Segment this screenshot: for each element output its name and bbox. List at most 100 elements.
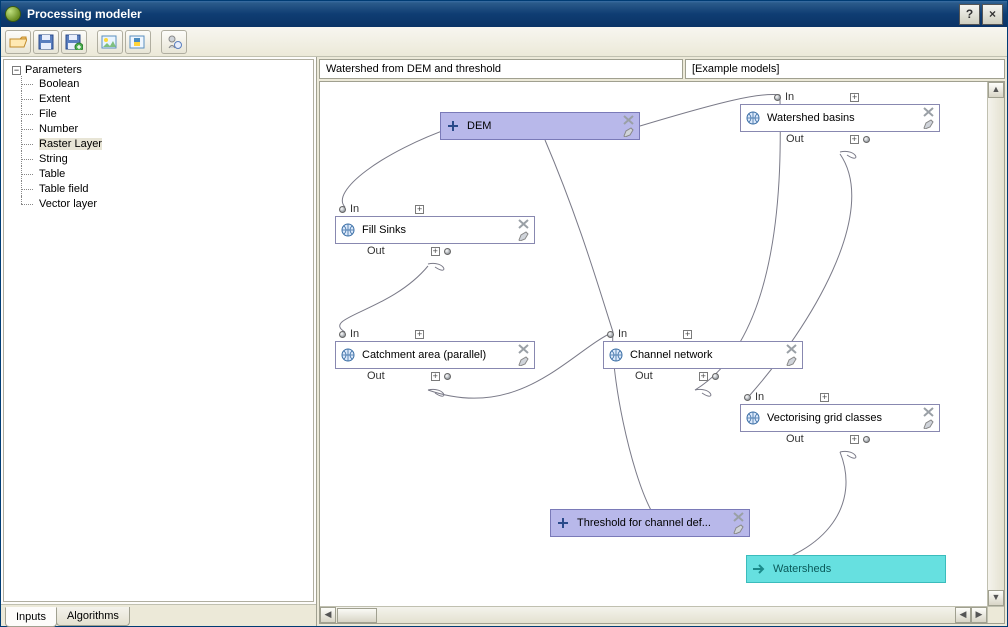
export-image-button[interactable]	[97, 30, 123, 54]
scroll-down-icon[interactable]: ▼	[988, 590, 1004, 606]
export-python-button[interactable]	[125, 30, 151, 54]
tree-item[interactable]: Table field	[21, 181, 102, 196]
port-in-dot[interactable]	[744, 394, 751, 401]
expand-in-icon[interactable]: +	[683, 330, 692, 339]
delete-icon[interactable]	[923, 107, 935, 118]
node-dem[interactable]: DEM	[440, 112, 640, 140]
node-fill-sinks[interactable]: Fill Sinks	[335, 216, 535, 244]
port-out-label: Out	[786, 433, 804, 445]
node-watershed-basins[interactable]: Watershed basins	[740, 104, 940, 132]
expand-out-icon[interactable]: +	[699, 372, 708, 381]
scroll-right-icon[interactable]: ◀	[955, 607, 971, 623]
model-name-input[interactable]	[319, 59, 683, 79]
horizontal-scrollbar[interactable]: ◀ ◀ ▶	[320, 606, 987, 623]
node-label: Threshold for channel def...	[577, 517, 727, 529]
expand-in-icon[interactable]: +	[415, 205, 424, 214]
scroll-left-icon[interactable]: ◀	[320, 607, 336, 623]
tree-root-label: Parameters	[25, 64, 82, 76]
tree-item[interactable]: Raster Layer	[21, 136, 102, 151]
delete-icon[interactable]	[518, 344, 530, 355]
tree-item[interactable]: Vector layer	[21, 196, 102, 211]
globe-icon	[745, 410, 761, 426]
main-toolbar	[1, 27, 1007, 57]
globe-icon	[340, 222, 356, 238]
tree-item[interactable]: Boolean	[21, 76, 102, 91]
delete-icon[interactable]	[623, 115, 635, 126]
port-out-dot[interactable]	[444, 248, 451, 255]
port-in-dot[interactable]	[774, 94, 781, 101]
node-vectorising-grid-classes[interactable]: Vectorising grid classes	[740, 404, 940, 432]
title-bar: Processing modeler ? ×	[1, 1, 1007, 27]
tab-algorithms[interactable]: Algorithms	[56, 607, 130, 626]
left-tabs: Inputs Algorithms	[1, 604, 316, 626]
port-in-dot[interactable]	[339, 331, 346, 338]
edit-icon[interactable]	[518, 231, 530, 242]
parameter-tree[interactable]: − Parameters Boolean ExtentFileNumberRast…	[3, 59, 314, 602]
port-out-dot[interactable]	[863, 136, 870, 143]
delete-icon[interactable]	[518, 219, 530, 230]
scroll-corner	[987, 606, 1004, 623]
expand-out-icon[interactable]: +	[431, 372, 440, 381]
node-label: Catchment area (parallel)	[362, 349, 512, 361]
tree-item-label: Table	[39, 168, 65, 180]
tree-item[interactable]: File	[21, 106, 102, 121]
expand-out-icon[interactable]: +	[850, 135, 859, 144]
plus-icon	[555, 515, 571, 531]
port-in-label: In	[785, 91, 794, 103]
port-in-label: In	[350, 203, 359, 215]
expand-in-icon[interactable]: +	[850, 93, 859, 102]
arrow-right-icon	[751, 561, 767, 577]
port-out-dot[interactable]	[863, 436, 870, 443]
node-label: Watersheds	[773, 563, 941, 575]
tree-expander[interactable]: −	[12, 66, 21, 75]
delete-icon[interactable]	[923, 407, 935, 418]
node-channel-network[interactable]: Channel network	[603, 341, 803, 369]
tab-inputs[interactable]: Inputs	[5, 607, 57, 627]
edit-help-button[interactable]	[161, 30, 187, 54]
expand-in-icon[interactable]: +	[415, 330, 424, 339]
tree-item[interactable]: Number	[21, 121, 102, 136]
tree-item-label: Vector layer	[39, 198, 97, 210]
delete-icon[interactable]	[733, 512, 745, 523]
save-button[interactable]	[33, 30, 59, 54]
vertical-scrollbar[interactable]: ▲ ▼	[987, 82, 1004, 606]
expand-in-icon[interactable]: +	[820, 393, 829, 402]
edit-icon[interactable]	[623, 127, 635, 138]
edit-icon[interactable]	[518, 356, 530, 367]
model-group-input[interactable]	[685, 59, 1005, 79]
node-threshold[interactable]: Threshold for channel def...	[550, 509, 750, 537]
edit-icon[interactable]	[733, 524, 745, 535]
edit-icon[interactable]	[786, 356, 798, 367]
node-catchment-area[interactable]: Catchment area (parallel)	[335, 341, 535, 369]
scroll-up-icon[interactable]: ▲	[988, 82, 1004, 98]
node-label: Watershed basins	[767, 112, 917, 124]
port-out-label: Out	[367, 245, 385, 257]
scroll-thumb[interactable]	[337, 608, 377, 623]
port-out-dot[interactable]	[712, 373, 719, 380]
edit-icon[interactable]	[923, 419, 935, 430]
canvas-container: DEM In +	[319, 81, 1005, 624]
plus-icon	[445, 118, 461, 134]
help-button[interactable]: ?	[959, 4, 980, 25]
expand-out-icon[interactable]: +	[431, 247, 440, 256]
tree-item[interactable]: Extent	[21, 91, 102, 106]
port-in-dot[interactable]	[607, 331, 614, 338]
tree-item-label: Boolean	[39, 78, 79, 90]
node-watersheds-output[interactable]: Watersheds	[746, 555, 946, 583]
expand-out-icon[interactable]: +	[850, 435, 859, 444]
edit-icon[interactable]	[923, 119, 935, 130]
scroll-right-end-icon[interactable]: ▶	[971, 607, 987, 623]
tree-item[interactable]: String	[21, 151, 102, 166]
port-out-dot[interactable]	[444, 373, 451, 380]
tree-item-label: Extent	[39, 93, 70, 105]
tree-item[interactable]: Table	[21, 166, 102, 181]
port-in-dot[interactable]	[339, 206, 346, 213]
save-as-button[interactable]	[61, 30, 87, 54]
open-button[interactable]	[5, 30, 31, 54]
model-canvas[interactable]: DEM In +	[320, 82, 987, 606]
model-header-row	[317, 57, 1007, 79]
delete-icon[interactable]	[786, 344, 798, 355]
port-in-label: In	[618, 328, 627, 340]
globe-icon	[745, 110, 761, 126]
close-button[interactable]: ×	[982, 4, 1003, 25]
